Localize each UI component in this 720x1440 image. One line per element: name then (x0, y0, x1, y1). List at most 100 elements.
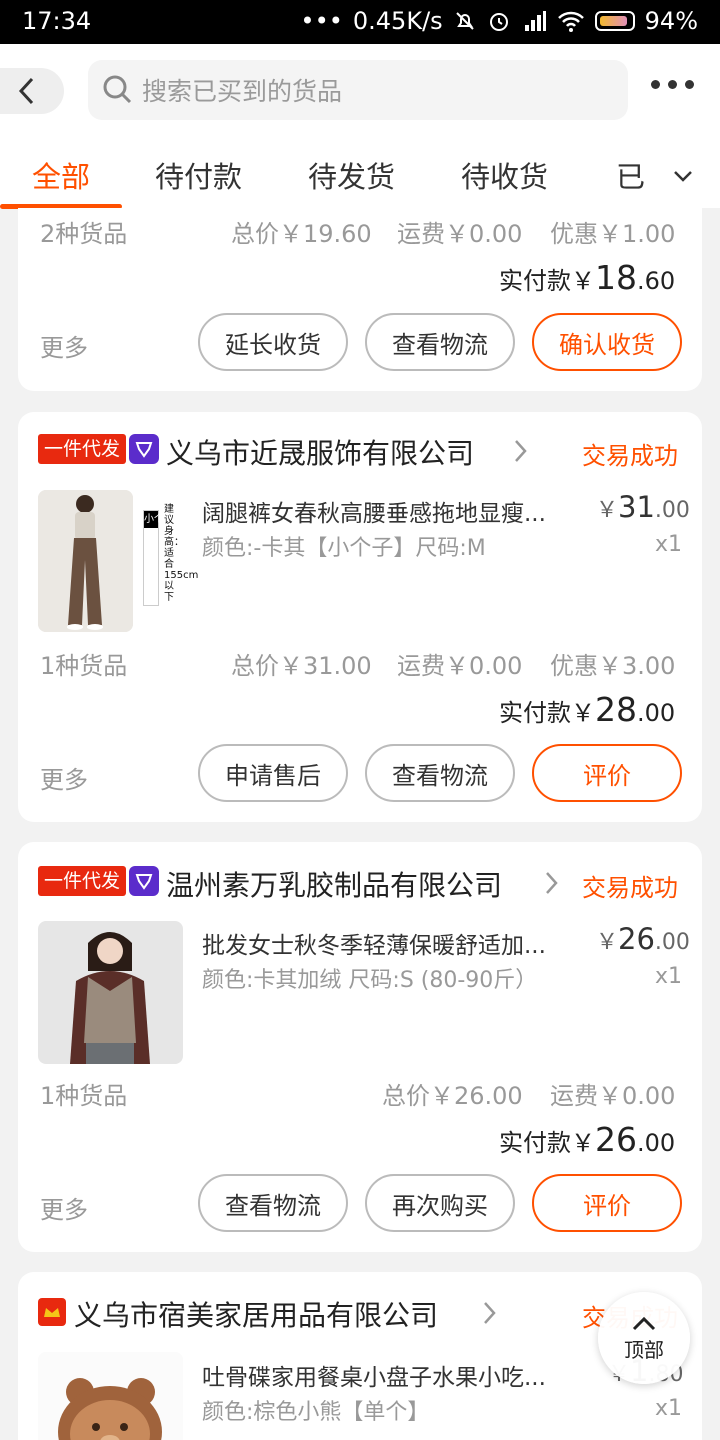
chevron-left-icon (18, 77, 34, 105)
notification-dots: ••• (300, 7, 343, 35)
shipping-fee: 运费￥0.00 (397, 652, 523, 680)
battery-icon (594, 11, 635, 31)
back-to-top-label: 顶部 (624, 1337, 664, 1362)
shop-name[interactable]: 义乌市近晟服饰有限公司 (166, 432, 474, 472)
item-price: ￥26.00 (596, 922, 690, 956)
more-link[interactable]: 更多 (40, 760, 88, 795)
paid-decimal: .00 (637, 1129, 676, 1157)
price-decimal: .00 (654, 930, 690, 955)
mute-bell-icon (455, 12, 474, 30)
buy-again-button[interactable]: 再次购买 (365, 1174, 515, 1232)
paid-label: 实付款￥ (499, 699, 595, 727)
item-quantity: x1 (655, 1396, 683, 1421)
paid-integer: 18 (595, 258, 637, 297)
item-spec: 颜色:棕色小熊【单个】 (202, 1400, 430, 1425)
hd-signal-icon (524, 11, 546, 31)
item-title[interactable]: 吐骨碟家用餐桌小盘子水果小吃... (202, 1358, 582, 1392)
review-button[interactable]: 评价 (532, 1174, 682, 1232)
total-price: 总价￥31.00 (231, 652, 372, 680)
item-quantity: x1 (655, 532, 683, 557)
size-note-text: 建议身高：适合155cm以下 (164, 504, 199, 603)
item-title[interactable]: 批发女士秋冬季轻薄保暖舒适加... (202, 926, 582, 960)
paid-amount: 实付款￥26.00 (499, 1120, 675, 1159)
item-count: 2种货品 (40, 220, 128, 248)
total-price: 总价￥19.60 (231, 220, 372, 248)
product-image[interactable] (38, 921, 183, 1064)
extend-receipt-button[interactable]: 延长收货 (198, 313, 348, 371)
after-sales-button[interactable]: 申请售后 (198, 744, 348, 802)
paid-decimal: .60 (637, 267, 676, 295)
more-link[interactable]: 更多 (40, 1190, 88, 1225)
back-button[interactable] (0, 68, 64, 114)
verified-badge-icon (129, 434, 159, 464)
item-count: 1种货品 (40, 652, 128, 680)
discount: 优惠￥3.00 (550, 652, 676, 680)
shipping-fee: 运费￥0.00 (397, 220, 523, 248)
order-card-1: 2种货品 总价￥19.60 运费￥0.00 优惠￥1.00 实付款￥18.60 … (18, 208, 702, 391)
verified-badge-icon (129, 866, 159, 896)
more-options-icon[interactable] (651, 80, 694, 89)
search-placeholder: 搜索已买到的货品 (142, 77, 343, 106)
paid-integer: 26 (595, 1120, 637, 1159)
search-icon (103, 75, 132, 104)
order-status: 交易成功 (582, 874, 678, 902)
paid-label: 实付款￥ (499, 267, 595, 295)
alarm-icon (489, 13, 508, 31)
view-logistics-button[interactable]: 查看物流 (365, 313, 515, 371)
status-time: 17:34 (22, 7, 92, 35)
shipping-fee: 运费￥0.00 (550, 1082, 676, 1110)
chevron-up-icon (632, 1316, 656, 1330)
order-status: 交易成功 (582, 442, 678, 470)
chevron-right-icon[interactable] (544, 870, 560, 896)
tab-pending-shipment[interactable]: 待发货 (308, 154, 395, 196)
search-box[interactable]: 搜索已买到的货品 (88, 60, 628, 120)
tab-pending-payment[interactable]: 待付款 (155, 154, 242, 196)
discount: 优惠￥1.00 (550, 220, 676, 248)
shop-name[interactable]: 义乌市宿美家居用品有限公司 (74, 1294, 438, 1334)
tab-completed[interactable]: 已 (616, 154, 654, 196)
paid-amount: 实付款￥28.00 (499, 690, 675, 729)
price-symbol: ￥ (596, 498, 619, 523)
header: 搜索已买到的货品 全部 待付款 待发货 待收货 已 (0, 44, 720, 209)
tab-pending-receipt[interactable]: 待收货 (461, 154, 548, 196)
shop-name[interactable]: 温州素万乳胶制品有限公司 (166, 864, 502, 904)
total-price: 总价￥26.00 (382, 1082, 523, 1110)
dropship-tag: 一件代发 (38, 866, 127, 896)
item-spec: 颜色:卡其加绒 尺码:S (80-90斤） (202, 968, 538, 993)
paid-integer: 28 (595, 690, 637, 729)
tab-all[interactable]: 全部 (32, 154, 90, 196)
order-card-4: 义乌市宿美家居用品有限公司 交易成功 吐骨碟家用餐桌小盘子水果小吃... 颜色:… (18, 1272, 702, 1440)
order-tabs: 全部 待付款 待发货 待收货 已 (0, 148, 720, 209)
dropship-tag: 一件代发 (38, 434, 127, 464)
item-price: ￥31.00 (596, 490, 690, 524)
price-decimal: .00 (654, 498, 690, 523)
size-note-label: 小个子 (144, 511, 174, 528)
status-bar: 17:34 ••• 0.45K/s 94% (0, 0, 720, 44)
bear-plate-photo (38, 1352, 183, 1440)
review-button[interactable]: 评价 (532, 744, 682, 802)
wifi-icon (557, 11, 584, 32)
battery-percent: 94% (644, 7, 698, 35)
price-integer: 26 (618, 922, 655, 956)
chevron-down-icon[interactable] (668, 156, 698, 196)
paid-decimal: .00 (637, 699, 676, 727)
item-quantity: x1 (655, 964, 683, 989)
more-link[interactable]: 更多 (40, 328, 88, 363)
item-title[interactable]: 阔腿裤女春秋高腰垂感拖地显瘦... (202, 494, 582, 528)
price-symbol: ￥ (596, 930, 619, 955)
view-logistics-button[interactable]: 查看物流 (365, 744, 515, 802)
confirm-receipt-button[interactable]: 确认收货 (532, 313, 682, 371)
vest-photo (38, 921, 183, 1064)
price-integer: 31 (618, 490, 655, 524)
view-logistics-button[interactable]: 查看物流 (198, 1174, 348, 1232)
paid-label: 实付款￥ (499, 1129, 595, 1157)
order-card-2: 一件代发 义乌市近晟服饰有限公司 交易成功 小个子 建议身高：适合155cm以下… (18, 412, 702, 822)
chevron-right-icon[interactable] (482, 1300, 498, 1326)
product-image[interactable] (38, 1352, 183, 1440)
item-count: 1种货品 (40, 1082, 128, 1110)
order-card-3: 一件代发 温州素万乳胶制品有限公司 交易成功 批发女士秋冬季轻薄保暖舒适加...… (18, 842, 702, 1252)
item-spec: 颜色:-卡其【小个子】尺码:M (202, 536, 486, 561)
back-to-top-button[interactable]: 顶部 (598, 1292, 690, 1384)
chevron-right-icon[interactable] (513, 438, 529, 464)
product-image[interactable] (38, 490, 133, 632)
